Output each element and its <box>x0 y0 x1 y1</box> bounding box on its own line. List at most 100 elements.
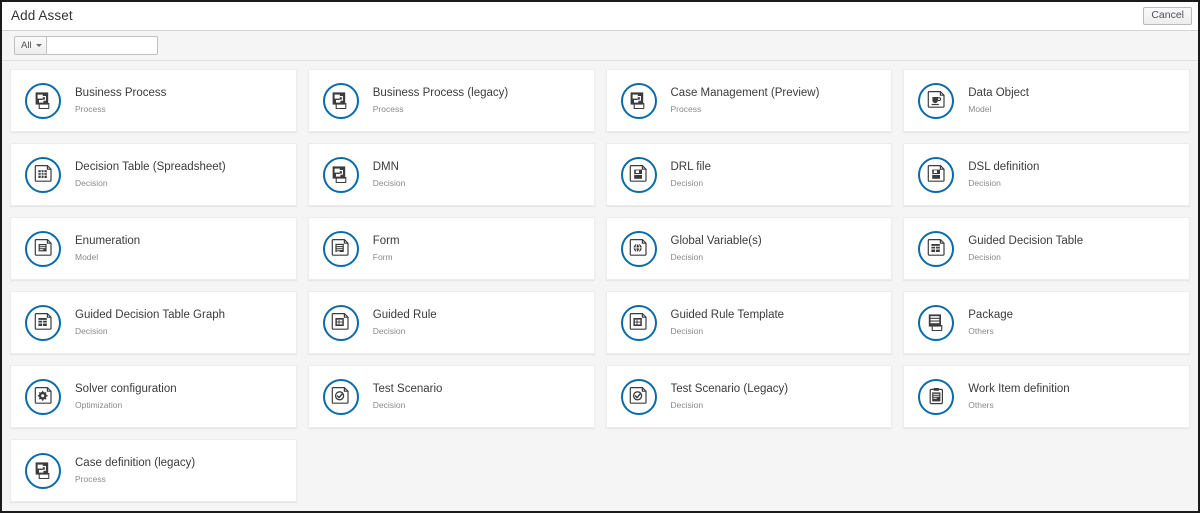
asset-title: Business Process <box>75 87 167 99</box>
asset-text: Global Variable(s) Decision <box>671 235 762 262</box>
asset-title: Work Item definition <box>968 383 1070 395</box>
asset-category: Process <box>75 473 106 484</box>
process-diagram-icon <box>322 82 359 119</box>
asset-category: Optimization <box>75 399 123 410</box>
asset-category: Decision <box>372 325 406 336</box>
package-icon <box>918 304 955 341</box>
asset-card[interactable]: Decision Table (Spreadsheet) Decision <box>10 143 297 206</box>
asset-category: Others <box>968 399 994 410</box>
enumeration-icon <box>25 230 61 267</box>
asset-title: DRL file <box>670 161 711 173</box>
check-doc-icon <box>620 378 657 415</box>
asset-text: Package Others <box>968 309 1013 336</box>
check-doc-icon <box>322 378 359 415</box>
clipboard-icon <box>918 378 955 415</box>
asset-category: Others <box>968 325 994 336</box>
cancel-button[interactable]: Cancel <box>1143 6 1192 26</box>
search-input[interactable] <box>45 36 158 55</box>
asset-category: Form <box>372 251 393 262</box>
guided-table-icon <box>918 230 955 267</box>
asset-grid: Business Process Process Business Process … <box>10 69 1190 502</box>
asset-card[interactable]: Guided Decision Table Decision <box>903 217 1190 280</box>
asset-category: Decision <box>372 177 406 188</box>
process-diagram-icon <box>25 452 61 489</box>
asset-title: Business Process (legacy) <box>372 87 509 99</box>
asset-card[interactable]: Test Scenario Decision <box>307 365 595 428</box>
asset-text: Form Form <box>373 235 400 262</box>
asset-card[interactable]: Data Object Model <box>903 69 1190 132</box>
asset-text: Solver configuration Optimization <box>75 383 177 410</box>
asset-card[interactable]: Global Variable(s) Decision <box>605 217 893 280</box>
asset-title: Test Scenario (Legacy) <box>670 383 789 395</box>
filter-group: All <box>14 36 158 55</box>
asset-title: Package <box>968 309 1014 321</box>
asset-card[interactable]: Enumeration Model <box>10 217 297 280</box>
asset-title: Test Scenario <box>372 383 443 395</box>
asset-category: Decision <box>670 251 704 262</box>
asset-card[interactable]: Guided Decision Table Graph Decision <box>10 291 297 354</box>
asset-card[interactable]: Work Item definition Others <box>903 365 1190 428</box>
filter-bar: All <box>2 31 1198 61</box>
asset-title: Form <box>372 235 400 247</box>
asset-title: Guided Rule Template <box>670 309 785 321</box>
asset-card[interactable]: Case Management (Preview) Process <box>605 69 893 132</box>
asset-title: DSL definition <box>968 161 1040 173</box>
asset-text: DSL definition Decision <box>968 161 1039 188</box>
asset-grid-scroll: Business Process Process Business Process … <box>2 61 1198 511</box>
asset-title: Guided Rule <box>372 309 437 321</box>
asset-category: Decision <box>968 251 1001 262</box>
asset-title: Global Variable(s) <box>670 235 762 247</box>
chevron-down-icon <box>35 44 42 47</box>
asset-category: Model <box>75 251 99 262</box>
asset-category: Decision <box>670 325 704 336</box>
java-object-icon <box>918 82 955 119</box>
asset-category: Model <box>968 103 992 114</box>
asset-title: Decision Table (Spreadsheet) <box>75 161 226 173</box>
asset-card[interactable]: Business Process Process <box>10 69 297 132</box>
asset-text: Data Object Model <box>968 87 1029 114</box>
asset-text: DRL file Decision <box>671 161 711 188</box>
asset-text: Business Process (legacy) Process <box>373 87 509 114</box>
guided-table-icon <box>25 304 61 341</box>
asset-type-filter-dropdown[interactable]: All <box>14 36 46 55</box>
asset-category: Decision <box>670 399 704 410</box>
gear-doc-icon <box>25 378 61 415</box>
asset-text: Enumeration Model <box>75 235 140 262</box>
asset-text: Guided Decision Table Graph Decision <box>75 309 225 336</box>
asset-category: Process <box>75 103 106 114</box>
asset-card[interactable]: Guided Rule Decision <box>307 291 595 354</box>
process-diagram-icon <box>620 82 657 119</box>
asset-category: Decision <box>75 177 108 188</box>
drl-file-icon <box>918 156 955 193</box>
asset-card[interactable]: DRL file Decision <box>605 143 893 206</box>
asset-card[interactable]: Guided Rule Template Decision <box>605 291 893 354</box>
asset-card[interactable]: DSL definition Decision <box>903 143 1190 206</box>
spreadsheet-icon <box>25 156 61 193</box>
asset-card[interactable]: Solver configuration Optimization <box>10 365 297 428</box>
asset-card[interactable]: Test Scenario (Legacy) Decision <box>605 365 893 428</box>
process-diagram-icon <box>322 156 359 193</box>
asset-text: Case Management (Preview) Process <box>671 87 820 114</box>
asset-title: Case Management (Preview) <box>670 87 820 99</box>
asset-card[interactable]: DMN Decision <box>307 143 595 206</box>
asset-card[interactable]: Business Process (legacy) Process <box>307 69 595 132</box>
asset-title: Case definition (legacy) <box>75 457 196 469</box>
asset-title: Guided Decision Table <box>968 235 1084 247</box>
page-title: Add Asset <box>11 8 73 24</box>
asset-card[interactable]: Case definition (legacy) Process <box>10 439 297 502</box>
drl-file-icon <box>620 156 657 193</box>
asset-title: Solver configuration <box>75 383 177 395</box>
asset-title: Data Object <box>968 87 1029 99</box>
asset-text: Test Scenario Decision <box>373 383 443 410</box>
asset-category: Decision <box>75 325 108 336</box>
asset-title: Guided Decision Table Graph <box>75 309 226 321</box>
asset-category: Decision <box>670 177 704 188</box>
form-icon <box>322 230 359 267</box>
asset-text: Guided Rule Decision <box>373 309 437 336</box>
asset-card[interactable]: Package Others <box>903 291 1190 354</box>
asset-text: DMN Decision <box>373 161 406 188</box>
globe-icon <box>620 230 657 267</box>
asset-text: Case definition (legacy) Process <box>75 457 195 484</box>
asset-category: Process <box>670 103 702 114</box>
asset-card[interactable]: Form Form <box>307 217 595 280</box>
